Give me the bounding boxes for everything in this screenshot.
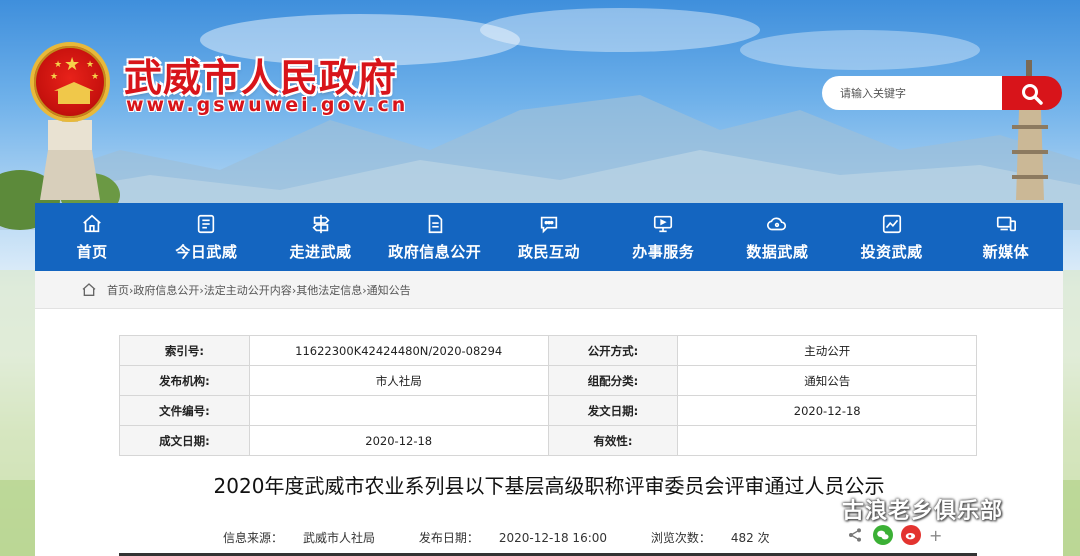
meta-key: 文件编号:: [119, 395, 250, 426]
meta-value: 11622300K42424480N/2020-08294: [248, 335, 549, 366]
nav-item-interaction[interactable]: 政民互动: [492, 203, 606, 271]
nav-item-new-media[interactable]: 新媒体: [949, 203, 1063, 271]
meta-value: 2020-12-18: [248, 425, 549, 456]
news-icon: [198, 214, 215, 233]
meta-value: 主动公开: [677, 335, 977, 366]
nav-item-info-disclosure[interactable]: 政府信息公开: [378, 203, 492, 271]
nav-item-data[interactable]: 数据武威: [720, 203, 834, 271]
nav-label: 走进武威: [289, 242, 352, 261]
breadcrumb: 首页›政府信息公开›法定主动公开内容›其他法定信息›通知公告: [35, 271, 1063, 309]
devices-icon: [996, 216, 1016, 231]
wechat-watermark: 古浪老乡俱乐部: [800, 493, 1003, 525]
chart-icon: [882, 214, 901, 233]
article-source: 武威市人社局: [303, 531, 376, 545]
meta-key: 发文日期:: [547, 395, 679, 426]
share-icon[interactable]: [847, 527, 863, 543]
home-icon[interactable]: [81, 282, 97, 298]
table-row: 成文日期: 2020-12-18 有效性:: [119, 425, 977, 456]
search-box: [822, 76, 1062, 110]
meta-value: [677, 425, 977, 456]
wechat-share-button[interactable]: [873, 525, 893, 545]
weibo-icon: [905, 532, 916, 540]
date-label: 发布日期：: [418, 531, 479, 545]
meta-key: 组配分类:: [547, 365, 679, 396]
meta-value: 通知公告: [677, 365, 977, 396]
search-icon: [1022, 84, 1043, 105]
breadcrumb-home[interactable]: 首页: [107, 284, 129, 297]
monitor-icon: [654, 215, 673, 232]
nav-label: 新媒体: [982, 242, 1030, 261]
meta-key: 索引号:: [119, 335, 250, 366]
document-meta-table: 索引号: 11622300K42424480N/2020-08294 公开方式:…: [119, 335, 977, 456]
cloud-icon: [767, 217, 787, 230]
nav-label: 数据武威: [746, 242, 809, 261]
nav-item-home[interactable]: 首页: [35, 203, 149, 271]
views-label: 浏览次数：: [650, 531, 711, 545]
home-icon: [83, 214, 101, 232]
nav-item-services[interactable]: 办事服务: [606, 203, 720, 271]
search-button[interactable]: [1002, 76, 1062, 110]
main-nav: 首页 今日武威 走进武威 政府信息公开 政民互动 办事服务 数据武威 投资武威 …: [35, 203, 1063, 271]
article-date: 2020-12-18 16:00: [498, 531, 608, 545]
meta-value: 市人社局: [248, 365, 549, 396]
more-share-icon[interactable]: +: [929, 526, 942, 545]
nav-label: 政府信息公开: [388, 242, 482, 261]
nav-item-investment[interactable]: 投资武威: [835, 203, 949, 271]
weibo-share-button[interactable]: [901, 525, 921, 545]
nav-label: 投资武威: [860, 242, 923, 261]
national-emblem-logo: ★ ★ ★ ★ ★: [30, 42, 110, 122]
nav-label: 首页: [76, 242, 108, 261]
document-icon: [428, 214, 443, 233]
meta-key: 成文日期:: [119, 425, 250, 456]
breadcrumb-notices[interactable]: 通知公告: [367, 284, 411, 297]
nav-label: 政民互动: [517, 242, 580, 261]
meta-key: 有效性:: [547, 425, 679, 456]
nav-label: 办事服务: [632, 242, 695, 261]
nav-item-about[interactable]: 走进武威: [263, 203, 377, 271]
nav-item-today[interactable]: 今日武威: [149, 203, 263, 271]
wechat-logo-icon: [800, 495, 833, 522]
article-info: 信息来源： 武威市人社局 发布日期： 2020-12-18 16:00 浏览次数： 4…: [223, 529, 810, 546]
meta-value: 2020-12-18: [677, 395, 977, 426]
table-row: 索引号: 11622300K42424480N/2020-08294 公开方式:…: [119, 335, 977, 366]
chat-icon: [540, 216, 558, 233]
table-row: 文件编号: 发文日期: 2020-12-18: [119, 395, 977, 426]
signpost-icon: [312, 214, 330, 233]
wechat-icon: [877, 530, 889, 540]
site-url: www.gswuwei.gov.cn: [126, 94, 409, 116]
meta-value: [248, 395, 549, 426]
breadcrumb-info-disclosure[interactable]: 政府信息公开: [133, 284, 199, 297]
meta-key: 公开方式:: [547, 335, 679, 366]
table-row: 发布机构: 市人社局 组配分类: 通知公告: [119, 365, 977, 396]
meta-key: 发布机构:: [119, 365, 250, 396]
source-label: 信息来源：: [223, 531, 284, 545]
nav-label: 今日武威: [175, 242, 238, 261]
breadcrumb-statutory-content[interactable]: 法定主动公开内容: [204, 284, 292, 297]
search-input[interactable]: [822, 76, 1012, 110]
article-views: 482 次: [730, 531, 770, 545]
breadcrumb-other-info[interactable]: 其他法定信息: [296, 284, 362, 297]
share-bar: +: [847, 525, 942, 545]
watermark-text: 古浪老乡俱乐部: [842, 499, 1004, 524]
